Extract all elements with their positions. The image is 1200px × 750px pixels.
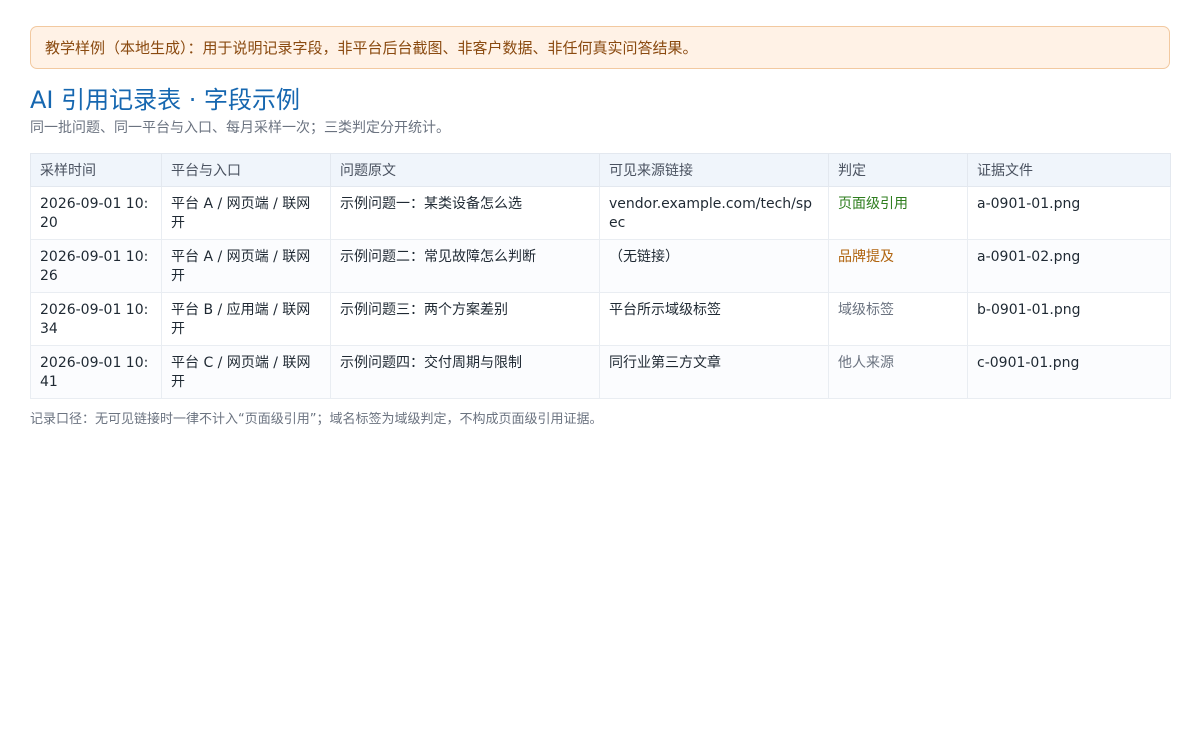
footnote: 记录口径：无可见链接时一律不计入“页面级引用”；域名标签为域级判定，不构成页面级… [30, 412, 603, 427]
cell-evidence: a-0901-01.png [967, 186, 1171, 240]
citation-record-table: 采样时间 平台与入口 问题原文 可见来源链接 判定 证据文件 2026-09-0… [30, 153, 1171, 399]
column-header-platform: 平台与入口 [161, 153, 331, 187]
column-header-source: 可见来源链接 [599, 153, 829, 187]
cell-question: 示例问题二：常见故障怎么判断 [330, 239, 600, 293]
page-subtitle: 同一批问题、同一平台与入口、每月采样一次；三类判定分开统计。 [30, 120, 450, 136]
cell-platform: 平台 A / 网页端 / 联网开 [161, 186, 331, 240]
cell-time: 2026-09-01 10:34 [30, 292, 162, 346]
cell-platform: 平台 A / 网页端 / 联网开 [161, 239, 331, 293]
cell-evidence: a-0901-02.png [967, 239, 1171, 293]
cell-source: vendor.example.com/tech/spec [599, 186, 829, 240]
cell-evidence: b-0901-01.png [967, 292, 1171, 346]
column-header-verdict: 判定 [828, 153, 968, 187]
cell-platform: 平台 C / 网页端 / 联网开 [161, 345, 331, 399]
table-row: 2026-09-01 10:41 平台 C / 网页端 / 联网开 示例问题四：… [30, 345, 1171, 399]
cell-verdict: 域级标签 [828, 292, 968, 346]
column-header-time: 采样时间 [30, 153, 162, 187]
sample-notice-text: 教学样例（本地生成）：用于说明记录字段，非平台后台截图、非客户数据、非任何真实问… [45, 39, 698, 57]
table-header-row: 采样时间 平台与入口 问题原文 可见来源链接 判定 证据文件 [30, 153, 1171, 187]
page: 教学样例（本地生成）：用于说明记录字段，非平台后台截图、非客户数据、非任何真实问… [0, 0, 1200, 429]
cell-platform: 平台 B / 应用端 / 联网开 [161, 292, 331, 346]
cell-question: 示例问题三：两个方案差别 [330, 292, 600, 346]
cell-question: 示例问题四：交付周期与限制 [330, 345, 600, 399]
table-row: 2026-09-01 10:34 平台 B / 应用端 / 联网开 示例问题三：… [30, 292, 1171, 346]
cell-time: 2026-09-01 10:26 [30, 239, 162, 293]
sample-notice-banner: 教学样例（本地生成）：用于说明记录字段，非平台后台截图、非客户数据、非任何真实问… [30, 26, 1170, 69]
cell-evidence: c-0901-01.png [967, 345, 1171, 399]
cell-source: 同行业第三方文章 [599, 345, 829, 399]
page-title: AI 引用记录表 · 字段示例 [30, 86, 301, 114]
cell-time: 2026-09-01 10:20 [30, 186, 162, 240]
table-row: 2026-09-01 10:26 平台 A / 网页端 / 联网开 示例问题二：… [30, 239, 1171, 293]
column-header-question: 问题原文 [330, 153, 600, 187]
column-header-evidence: 证据文件 [967, 153, 1171, 187]
cell-verdict: 品牌提及 [828, 239, 968, 293]
cell-time: 2026-09-01 10:41 [30, 345, 162, 399]
table-row: 2026-09-01 10:20 平台 A / 网页端 / 联网开 示例问题一：… [30, 186, 1171, 240]
cell-verdict: 他人来源 [828, 345, 968, 399]
cell-verdict: 页面级引用 [828, 186, 968, 240]
cell-question: 示例问题一：某类设备怎么选 [330, 186, 600, 240]
cell-source: 平台所示域级标签 [599, 292, 829, 346]
cell-source: （无链接） [599, 239, 829, 293]
